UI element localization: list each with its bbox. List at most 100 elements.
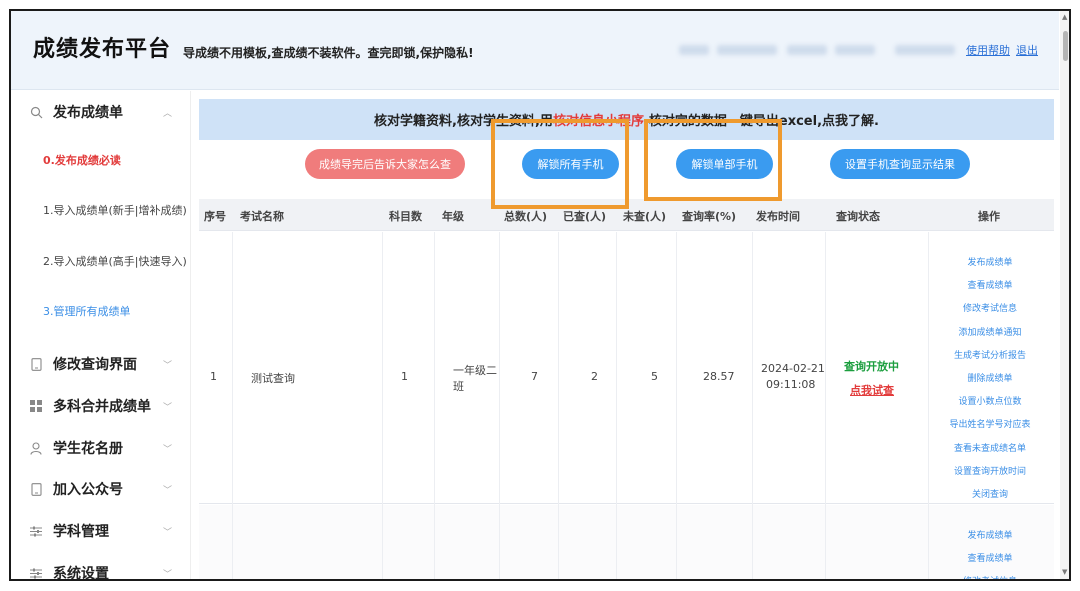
th-operations: 操作 xyxy=(978,210,1000,223)
blurred-user-info xyxy=(835,45,875,55)
tell-everyone-button[interactable]: 成绩导完后告诉大家怎么查 xyxy=(305,149,465,179)
cell-grade-line2: 班 xyxy=(453,380,464,393)
operation-link[interactable]: 设置查询开放时间 xyxy=(928,464,1052,477)
chevron-down-icon: ﹀ xyxy=(163,569,173,580)
blurred-user-info xyxy=(679,45,709,55)
column-divider xyxy=(434,232,435,579)
th-rate: 查询率(%) xyxy=(682,210,737,223)
th-checked: 已查(人) xyxy=(563,210,607,223)
th-total: 总数(人) xyxy=(504,210,548,223)
column-divider xyxy=(499,232,500,579)
column-divider xyxy=(616,232,617,579)
column-divider xyxy=(232,232,233,579)
tablet-icon xyxy=(29,482,43,496)
blurred-user-info xyxy=(787,45,827,55)
help-link[interactable]: 使用帮助 xyxy=(966,42,1010,58)
nav-edit-query-page[interactable]: 修改查询界面 ﹀ xyxy=(11,346,191,382)
nav-label: 修改查询界面 xyxy=(53,357,137,373)
cell-subjects: 1 xyxy=(401,370,408,383)
highlight-box xyxy=(491,119,629,209)
chevron-down-icon: ﹀ xyxy=(163,485,173,496)
search-icon xyxy=(29,105,43,119)
logout-link[interactable]: 退出 xyxy=(1016,42,1038,58)
cell-time: 09:11:08 xyxy=(766,378,816,391)
cell-grade: 一年级二 xyxy=(453,364,497,377)
operation-link[interactable]: 发布成绩单 xyxy=(928,255,1052,268)
operation-link[interactable]: 生成考试分析报告 xyxy=(928,348,1052,361)
operation-link[interactable]: 设置小数点位数 xyxy=(928,394,1052,407)
nav-label: 系统设置 xyxy=(53,566,109,581)
operation-link[interactable]: 查看未查成绩名单 xyxy=(928,441,1052,454)
nav-merge-grades[interactable]: 多科合并成绩单 ﹀ xyxy=(11,388,191,424)
chevron-down-icon: ﹀ xyxy=(163,360,173,371)
cell-rate: 28.57 xyxy=(703,370,735,383)
nav-join-official-account[interactable]: 加入公众号 ﹀ xyxy=(11,471,191,507)
scrollbar-thumb[interactable] xyxy=(1063,31,1068,61)
app-window: 成绩发布平台 导成绩不用模板,查成绩不装软件。查完即锁,保护隐私! 使用帮助 退… xyxy=(9,9,1071,581)
nav-label: 加入公众号 xyxy=(53,482,123,498)
cell-checked: 2 xyxy=(591,370,598,383)
column-divider xyxy=(382,232,383,579)
tablet-icon xyxy=(29,357,43,371)
sidebar-item-import-new[interactable]: 1.导入成绩单(新手|增补成绩) xyxy=(43,202,187,218)
operation-link[interactable]: 修改考试信息 xyxy=(928,301,1052,314)
th-grade: 年级 xyxy=(442,210,464,223)
sidebar-item-import-fast[interactable]: 2.导入成绩单(高手|快速导入) xyxy=(43,253,187,269)
chevron-down-icon: ﹀ xyxy=(163,444,173,455)
sidebar-item-manage-all[interactable]: 3.管理所有成绩单 xyxy=(43,303,131,319)
highlight-box xyxy=(644,119,782,201)
nav-label: 学生花名册 xyxy=(53,441,123,457)
column-divider xyxy=(558,232,559,579)
nav-label: 多科合并成绩单 xyxy=(53,399,151,415)
sliders-icon xyxy=(29,524,43,538)
cell-unchecked: 5 xyxy=(651,370,658,383)
sidebar-item-must-read[interactable]: 0.发布成绩必读 xyxy=(43,152,121,168)
th-subjects: 科目数 xyxy=(389,210,422,223)
th-exam-name: 考试名称 xyxy=(240,210,284,223)
operation-link[interactable]: 修改考试信息 xyxy=(928,574,1052,579)
operation-link[interactable]: 导出姓名学号对应表 xyxy=(928,417,1052,430)
sliders-icon xyxy=(29,566,43,579)
user-icon xyxy=(29,441,43,455)
status-badge: 查询开放中 xyxy=(844,360,899,373)
nav-system-settings[interactable]: 系统设置 ﹀ xyxy=(11,555,191,581)
th-index: 序号 xyxy=(204,210,226,223)
th-publish-time: 发布时间 xyxy=(756,210,800,223)
cell-date: 2024-02-21 xyxy=(761,362,825,375)
nav-label: 发布成绩单 xyxy=(53,105,123,121)
sidebar: 发布成绩单 ︿ 0.发布成绩必读 1.导入成绩单(新手|增补成绩) 2.导入成绩… xyxy=(11,91,191,581)
column-divider xyxy=(752,232,753,579)
th-unchecked: 未查(人) xyxy=(623,210,667,223)
operation-link[interactable]: 添加成绩单通知 xyxy=(928,325,1052,338)
try-query-link[interactable]: 点我试查 xyxy=(850,382,894,398)
operation-link[interactable]: 查看成绩单 xyxy=(928,551,1052,564)
cell-total: 7 xyxy=(531,370,538,383)
column-divider xyxy=(825,232,826,579)
column-divider xyxy=(676,232,677,579)
nav-label: 学科管理 xyxy=(53,524,109,540)
top-header: 成绩发布平台 导成绩不用模板,查成绩不装软件。查完即锁,保护隐私! 使用帮助 退… xyxy=(11,11,1059,90)
th-query-status: 查询状态 xyxy=(836,210,880,223)
cell-exam-name: 测试查询 xyxy=(251,372,295,385)
phone-query-result-button[interactable]: 设置手机查询显示结果 xyxy=(830,149,970,179)
grid-icon xyxy=(29,399,43,413)
nav-subject-management[interactable]: 学科管理 ﹀ xyxy=(11,513,191,549)
scrollbar[interactable]: ▲ ▼ xyxy=(1060,11,1069,579)
cell-index: 1 xyxy=(210,370,217,383)
app-title: 成绩发布平台 xyxy=(33,37,172,62)
slogan: 导成绩不用模板,查成绩不装软件。查完即锁,保护隐私! xyxy=(183,46,474,60)
nav-student-roster[interactable]: 学生花名册 ﹀ xyxy=(11,430,191,466)
scroll-up-icon[interactable]: ▲ xyxy=(1062,13,1067,21)
operation-link[interactable]: 发布成绩单 xyxy=(928,528,1052,541)
operation-link[interactable]: 查看成绩单 xyxy=(928,278,1052,291)
table-row xyxy=(199,505,1054,579)
blurred-user-info xyxy=(717,45,777,55)
nav-publish-grades[interactable]: 发布成绩单 ︿ xyxy=(11,94,191,130)
chevron-down-icon: ﹀ xyxy=(163,527,173,538)
operation-link[interactable]: 删除成绩单 xyxy=(928,371,1052,384)
blurred-user-info xyxy=(895,45,955,55)
operation-link[interactable]: 关闭查询 xyxy=(928,487,1052,500)
chevron-down-icon: ﹀ xyxy=(163,402,173,413)
table-row xyxy=(199,232,1054,504)
scroll-down-icon[interactable]: ▼ xyxy=(1062,568,1067,576)
